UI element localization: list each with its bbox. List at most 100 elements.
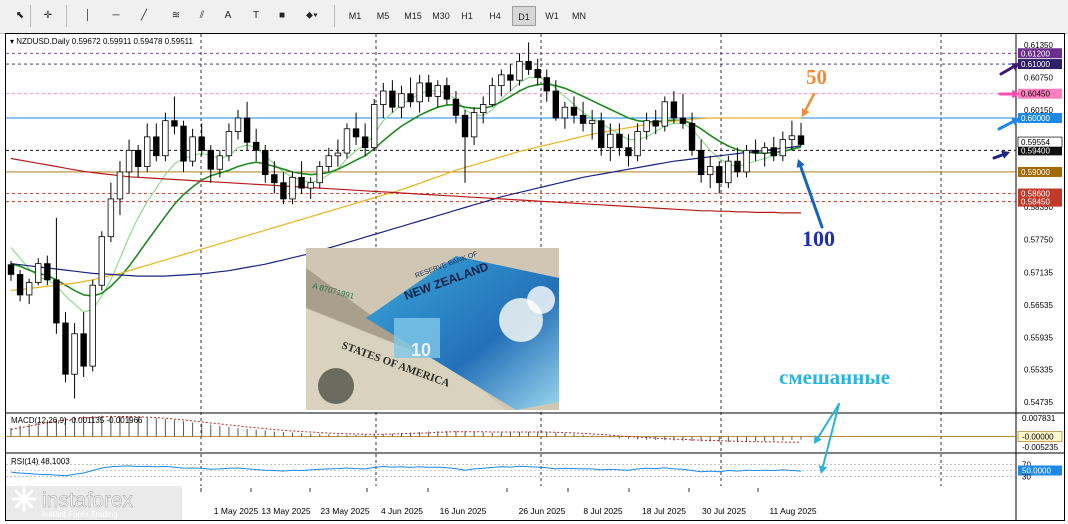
candle-body	[298, 176, 305, 189]
candle-body	[570, 106, 578, 116]
candle-body	[189, 136, 196, 162]
candle-body	[743, 149, 750, 173]
instaforex-logo-icon	[11, 486, 37, 512]
timeframe-m30[interactable]: M30	[428, 6, 454, 26]
candle-body	[797, 135, 805, 145]
price-tick-label: 0.57750	[1024, 235, 1053, 244]
timeframe-w1[interactable]: W1	[540, 6, 564, 26]
time-tick-label: 23 May 2025	[320, 506, 369, 516]
time-tick-label: 8 Jul 2025	[583, 506, 622, 516]
timeframe-m1[interactable]: M1	[344, 6, 366, 26]
candle-body	[153, 136, 160, 157]
banknotes-photo: RESERVE BANK OFNEW ZEALAND10STATES OF AM…	[306, 248, 559, 410]
candle-body	[770, 147, 777, 157]
text-label-icon[interactable]: T	[244, 6, 268, 26]
arrow-blue-100-icon	[798, 163, 824, 229]
label-100: 100	[802, 226, 835, 251]
time-tick-label: 11 Aug 2025	[769, 506, 816, 516]
macd-title: MACD(12,26,9) -0.001135 -0.001966	[11, 416, 143, 425]
candle-body	[252, 141, 260, 151]
candle-body	[107, 198, 115, 238]
candle-body	[380, 90, 387, 105]
time-tick-label: 1 May 2025	[214, 506, 259, 516]
candle-body	[434, 85, 441, 97]
candle-body	[125, 149, 133, 173]
timeframe-m5[interactable]: M5	[372, 6, 394, 26]
chart-title: ▾ NZDUSD.Daily 0.59672 0.59911 0.59478 0…	[10, 37, 194, 46]
candle-body	[634, 131, 641, 157]
candle-body	[289, 176, 296, 200]
candle-body	[398, 93, 405, 108]
horizontal-line-icon[interactable]: ─	[104, 6, 128, 26]
rsi-title: RSI(14) 48.1003	[11, 457, 70, 466]
macd-tick-label: -0.00000	[1022, 433, 1054, 442]
candle-body	[607, 133, 614, 149]
candle-body	[307, 182, 314, 189]
macd-panel: MACD(12,26,9) -0.001135 -0.001966	[6, 415, 1016, 443]
candle-body	[697, 149, 705, 176]
watermark-tagline: Instant Forex Trading	[42, 510, 118, 519]
candle-body	[171, 120, 178, 127]
candle-body	[507, 74, 514, 81]
vertical-line-icon[interactable]: │	[76, 6, 100, 26]
equidistant-channel-icon[interactable]: ⫽	[190, 6, 214, 26]
time-tick-label: 13 May 2025	[261, 506, 310, 516]
price-tick-label: 0.55935	[1024, 333, 1053, 342]
time-tick-label: 18 Jul 2025	[642, 506, 686, 516]
timeframe-m15[interactable]: M15	[400, 6, 426, 26]
shapes-menu-icon[interactable]: ⬥▾	[300, 6, 324, 26]
candle-body	[207, 149, 214, 170]
candle-body	[498, 74, 505, 87]
candle-body	[334, 152, 342, 157]
timeframe-d1[interactable]: D1	[512, 6, 536, 26]
rsi-tick-label: 30	[1022, 473, 1031, 482]
candle-body	[616, 133, 623, 149]
rectangle-icon[interactable]: ■	[270, 6, 294, 26]
candle-body	[588, 120, 596, 124]
candle-body	[788, 135, 796, 140]
crosshair-icon[interactable]: ✛	[36, 6, 60, 26]
fibonacci-icon[interactable]: ≋	[164, 6, 188, 26]
text-tool-icon[interactable]: A	[216, 6, 240, 26]
time-axis: 1 May 2025 13 May 2025 23 May 2025 4 Jun 20…	[200, 488, 817, 516]
arrow-cyan-macd-icon	[816, 403, 840, 440]
candle-body	[598, 120, 605, 149]
arrow-cyan-rsi-icon	[821, 403, 840, 470]
candle-body	[688, 122, 696, 151]
candle-body	[198, 136, 205, 151]
candle-body	[325, 155, 333, 167]
candle-body	[543, 77, 550, 92]
candle-body	[62, 322, 69, 375]
candle-body	[679, 117, 687, 124]
candle-body	[162, 120, 169, 157]
rsi-panel: RSI(14) 48.1003	[6, 457, 1016, 478]
current-price-label: 0.59554	[1021, 138, 1050, 147]
chart-window: RESERVE BANK OF NEW ZEALAND 10 STATES OF AM…	[5, 33, 1065, 521]
timeframe-h1[interactable]: H1	[456, 6, 478, 26]
candle-body	[225, 131, 233, 157]
candle-body	[670, 101, 678, 119]
flower-motif	[527, 286, 555, 314]
candle-body	[416, 82, 423, 103]
candle-body	[352, 128, 360, 138]
annotations: 50 100 смешанные	[779, 63, 1020, 474]
rsi-line	[10, 465, 802, 477]
candle-body	[734, 160, 741, 173]
trendline-icon[interactable]: ╱	[132, 6, 156, 26]
cursor-icon[interactable]: ⬉	[8, 6, 32, 26]
candle-body	[643, 120, 650, 132]
arrow-orange-icon	[803, 92, 816, 113]
price-tick-label: 0.57135	[1024, 269, 1053, 278]
timeframe-mn[interactable]: MN	[568, 6, 590, 26]
candle-body	[525, 60, 532, 70]
candle-body	[144, 136, 151, 167]
candle-body	[16, 274, 24, 296]
time-tick-label: 30 Jul 2025	[702, 506, 746, 516]
price-level-label: 0.61200	[1021, 49, 1050, 58]
bill-denomination: 10	[411, 340, 431, 360]
price-tick-label: 0.60750	[1024, 74, 1053, 83]
candle-body	[80, 333, 87, 367]
timeframe-h4[interactable]: H4	[484, 6, 506, 26]
candle-body	[407, 93, 414, 103]
candle-body	[280, 182, 287, 200]
